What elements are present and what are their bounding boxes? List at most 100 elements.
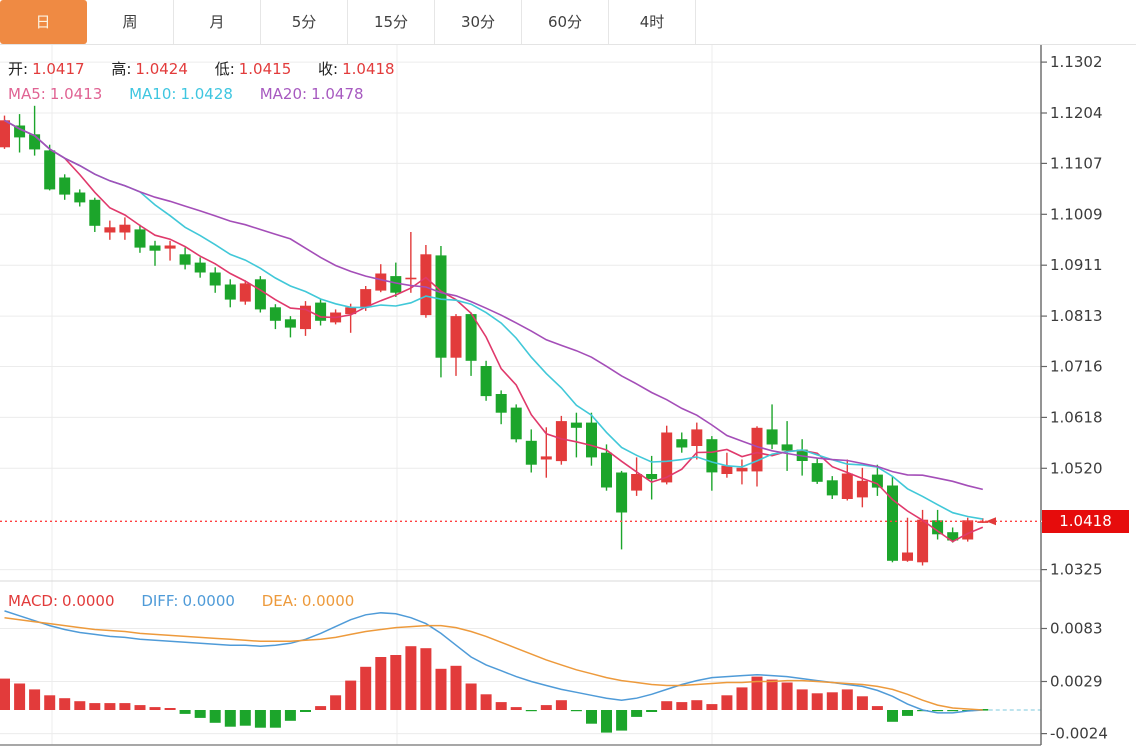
tab-day[interactable]: 日	[0, 0, 87, 44]
tab-month[interactable]: 月	[174, 0, 261, 44]
macd-bar	[390, 655, 401, 710]
candle	[104, 227, 115, 232]
candle	[405, 278, 416, 280]
macd-bar	[29, 689, 40, 710]
macd-bar	[797, 689, 808, 710]
candle	[255, 279, 266, 309]
macd-bar	[405, 646, 416, 710]
candle	[691, 429, 702, 446]
macd-bar	[902, 710, 913, 716]
candle	[571, 423, 582, 428]
macd-bar	[300, 710, 311, 712]
open-label: 开:	[8, 60, 28, 78]
candle	[827, 480, 838, 495]
ma5-value: 1.0413	[50, 85, 103, 103]
candle	[767, 429, 778, 444]
dea-label: DEA:	[262, 592, 298, 610]
candle	[752, 428, 763, 472]
macd-bar	[195, 710, 206, 718]
macd-bar	[767, 680, 778, 710]
candle	[857, 481, 868, 498]
price-axis-label: 1.1107	[1050, 154, 1103, 172]
candle	[511, 408, 522, 440]
macd-bar	[436, 669, 447, 710]
macd-bar	[782, 683, 793, 711]
tab-4hour[interactable]: 4时	[609, 0, 696, 44]
macd-bar	[601, 710, 612, 733]
candle	[631, 474, 642, 491]
macd-bar	[616, 710, 627, 731]
candle	[676, 439, 687, 447]
macd-bar	[676, 702, 687, 710]
macd-label: MACD:	[8, 592, 58, 610]
current-price-arrow	[986, 517, 996, 525]
candle	[646, 474, 657, 479]
macd-bar	[556, 700, 567, 710]
candle	[210, 273, 221, 286]
price-axis-label: 1.0813	[1050, 307, 1103, 325]
ma20-line	[5, 120, 983, 489]
macd-axis-label: 0.0029	[1050, 673, 1103, 691]
candle	[887, 486, 898, 561]
macd-bar	[511, 707, 522, 710]
macd-bar	[180, 710, 191, 714]
diff-value: 0.0000	[182, 592, 235, 610]
macd-bar	[571, 710, 582, 711]
tab-15min[interactable]: 15分	[348, 0, 435, 44]
candle	[601, 453, 612, 488]
macd-bar	[932, 710, 943, 711]
macd-legend: MACD:0.0000 DIFF:0.0000 DEA:0.0000	[8, 592, 358, 610]
close-label: 收:	[318, 60, 338, 78]
macd-bar	[646, 710, 657, 712]
macd-bar	[285, 710, 296, 721]
macd-bar	[240, 710, 251, 726]
price-axis-label: 1.1009	[1050, 205, 1103, 223]
close-value: 1.0418	[342, 60, 395, 78]
candle	[917, 520, 928, 563]
candle	[180, 254, 191, 264]
ma10-value: 1.0428	[180, 85, 233, 103]
macd-bar	[947, 710, 958, 711]
macd-bar	[59, 698, 70, 710]
ma20-value: 1.0478	[311, 85, 364, 103]
ma20-label: MA20:	[260, 85, 307, 103]
macd-bar	[857, 696, 868, 710]
ma5-line	[5, 120, 983, 541]
candle	[616, 473, 627, 513]
candle	[812, 463, 823, 482]
macd-bar	[872, 706, 883, 710]
ma-legend: MA5:1.0413 MA10:1.0428 MA20:1.0478	[8, 85, 368, 103]
candle	[526, 441, 537, 465]
macd-bar	[526, 710, 537, 711]
macd-bar	[827, 692, 838, 710]
candle	[240, 283, 251, 301]
macd-bar	[466, 684, 477, 711]
candle	[0, 120, 10, 147]
price-axis-label: 1.0325	[1050, 561, 1103, 579]
candlestick-chart[interactable]: 1.13021.12041.11071.10091.09111.08131.07…	[0, 0, 1136, 751]
macd-bar	[691, 700, 702, 710]
high-value: 1.0424	[135, 60, 188, 78]
high-label: 高:	[111, 60, 131, 78]
tab-5min[interactable]: 5分	[261, 0, 348, 44]
macd-bar	[360, 667, 371, 710]
tab-30min[interactable]: 30分	[435, 0, 522, 44]
candle	[74, 193, 85, 203]
ohlc-legend: 开:1.0417 高:1.0424 低:1.0415 收:1.0418	[8, 58, 399, 79]
candle	[119, 225, 130, 233]
macd-bar	[165, 708, 176, 710]
timeframe-tabbar: 日 周 月 5分 15分 30分 60分 4时	[0, 0, 1136, 45]
tab-60min[interactable]: 60分	[522, 0, 609, 44]
price-axis-label: 1.0911	[1050, 256, 1103, 274]
price-axis-label: 1.0716	[1050, 358, 1103, 376]
macd-bar	[270, 710, 281, 728]
open-value: 1.0417	[32, 60, 85, 78]
macd-bar	[315, 706, 326, 710]
candle	[902, 553, 913, 561]
macd-bar	[420, 648, 431, 710]
macd-bar	[631, 710, 642, 717]
macd-bar	[104, 703, 115, 710]
tab-week[interactable]: 周	[87, 0, 174, 44]
macd-bar	[721, 695, 732, 710]
candle	[420, 254, 431, 315]
